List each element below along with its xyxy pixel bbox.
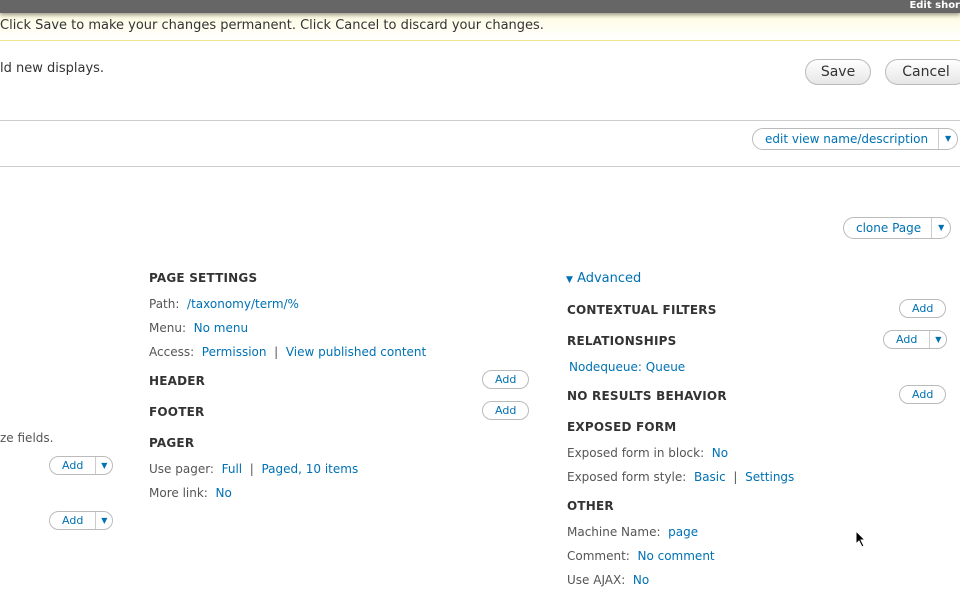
access-permission-link[interactable]: View published content [286,345,426,359]
chevron-down-icon[interactable]: ▼ [931,218,950,238]
exposed-settings-link[interactable]: Settings [745,470,794,484]
chevron-down-icon[interactable]: ▼ [938,129,957,149]
add-label: Add [62,459,84,472]
access-row: Access: Permission | View published cont… [149,345,426,359]
no-results-heading: NO RESULTS BEHAVIOR [567,389,727,403]
ajax-label: Use AJAX: [567,573,626,587]
mouse-cursor-icon [855,530,867,548]
triangle-down-icon: ▼ [566,275,573,285]
status-message: Click Save to make your changes permanen… [0,13,960,41]
ajax-link[interactable]: No [633,573,649,587]
toolbar-title[interactable]: Edit shor [909,0,960,12]
divider [0,166,960,167]
add-label: Add [495,404,517,417]
relationships-heading: RELATIONSHIPS [567,334,677,348]
add-button[interactable]: Add ▼ [49,511,114,530]
other-heading: OTHER [567,499,614,513]
exposed-style-link[interactable]: Basic [694,470,726,484]
access-link[interactable]: Permission [202,345,267,359]
more-link-row: More link: No [149,486,232,500]
footer-heading: FOOTER [149,405,205,419]
exposed-form-heading: EXPOSED FORM [567,420,677,434]
comment-row: Comment: No comment [567,549,715,563]
relationship-item: Nodequeue: Queue [569,360,685,374]
advanced-label: Advanced [577,271,642,286]
no-results-add-button[interactable]: Add [899,385,947,404]
exposed-block-label: Exposed form in block: [567,446,705,460]
edit-view-label: edit view name/description [765,132,929,146]
add-label: Add [896,333,918,346]
footer-add-button[interactable]: Add [482,401,530,420]
separator: | [274,345,279,359]
menu-row: Menu: No menu [149,321,248,335]
more-link-link[interactable]: No [215,486,231,500]
exposed-style-label: Exposed form style: [567,470,687,484]
separator: | [733,470,738,484]
machine-name-row: Machine Name: page [567,525,698,539]
clone-page-button[interactable]: clone Page ▼ [843,217,952,239]
relationship-link[interactable]: Nodequeue: Queue [569,360,685,374]
chevron-down-icon[interactable]: ▼ [95,512,112,529]
ajax-row: Use AJAX: No [567,573,649,587]
status-message-text: Click Save to make your changes permanen… [0,18,544,33]
header-add-button[interactable]: Add [482,370,530,389]
relationships-add-button[interactable]: Add ▼ [883,330,948,349]
path-row: Path: /taxonomy/term/% [149,297,299,311]
comment-label: Comment: [567,549,630,563]
add-label: Add [912,388,934,401]
exposed-block-row: Exposed form in block: No [567,446,728,460]
path-label: Path: [149,297,180,311]
machine-name-link[interactable]: page [668,525,698,539]
machine-name-label: Machine Name: [567,525,661,539]
edit-view-name-button[interactable]: edit view name/description ▼ [752,128,959,150]
pager-type-link[interactable]: Full [222,462,243,476]
menu-link[interactable]: No menu [194,321,248,335]
clone-label: clone Page [856,221,922,235]
chevron-down-icon[interactable]: ▼ [929,331,946,348]
contextual-filters-heading: CONTEXTUAL FILTERS [567,303,717,317]
exposed-block-link[interactable]: No [712,446,728,460]
contextual-filters-add-button[interactable]: Add [899,299,947,318]
chevron-down-icon[interactable]: ▼ [95,457,112,474]
pager-heading: PAGER [149,436,195,450]
page-settings-heading: PAGE SETTINGS [149,271,258,285]
advanced-toggle[interactable]: ▼ Advanced [566,271,641,286]
add-label: Add [62,514,84,527]
use-pager-label: Use pager: [149,462,214,476]
pager-items-link[interactable]: Paged, 10 items [261,462,358,476]
left-text: ze fields. [0,431,54,445]
add-button[interactable]: Add ▼ [49,456,114,475]
intro-text: ld new displays. [0,61,105,76]
add-label: Add [495,373,517,386]
comment-link[interactable]: No comment [637,549,714,563]
menu-label: Menu: [149,321,186,335]
separator: | [249,462,254,476]
access-label: Access: [149,345,195,359]
header-heading: HEADER [149,374,206,388]
more-link-label: More link: [149,486,208,500]
use-pager-row: Use pager: Full | Paged, 10 items [149,462,358,476]
toolbar: Edit shor [0,0,960,13]
save-button[interactable]: Save [805,59,871,85]
cancel-button[interactable]: Cancel [885,59,960,85]
divider [0,120,960,121]
exposed-style-row: Exposed form style: Basic | Settings [567,470,794,484]
path-link[interactable]: /taxonomy/term/% [187,297,299,311]
add-label: Add [912,302,934,315]
